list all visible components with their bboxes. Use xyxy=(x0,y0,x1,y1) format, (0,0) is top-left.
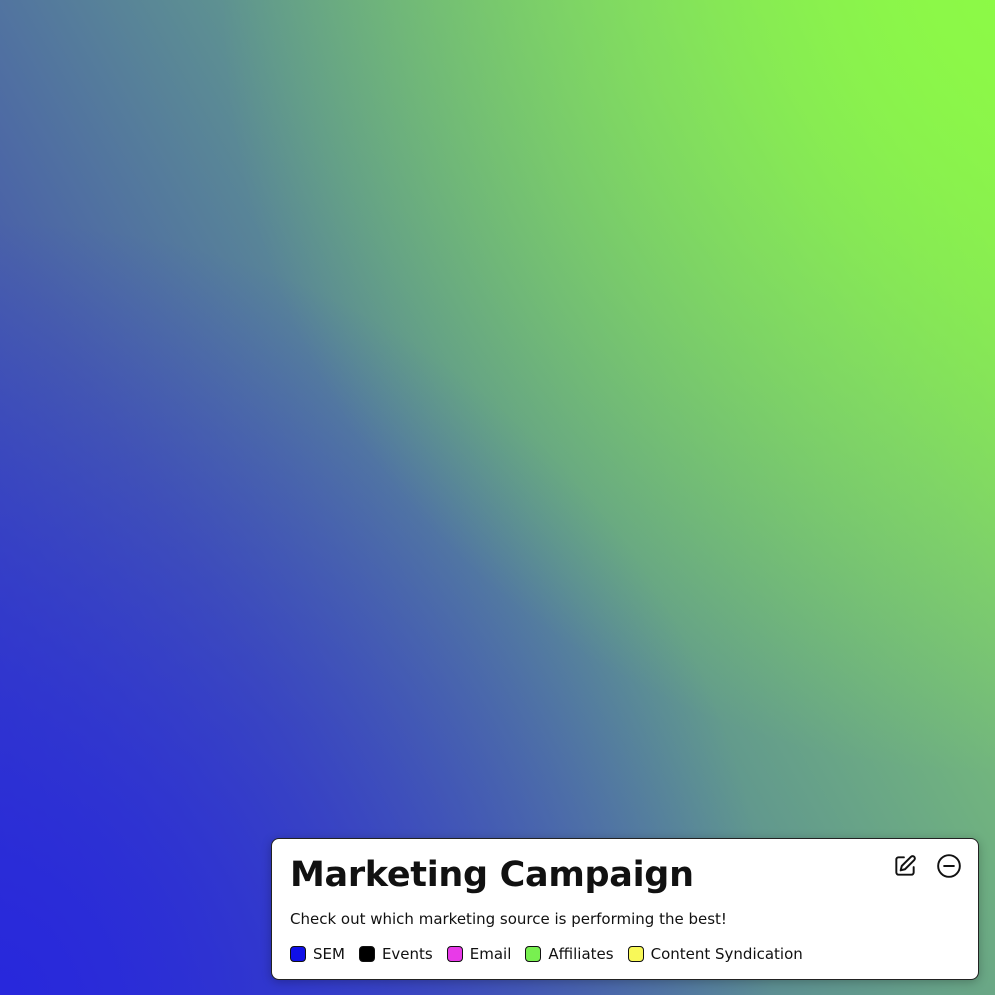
edit-button[interactable] xyxy=(892,853,918,879)
legend-item-label: SEM xyxy=(313,945,345,963)
edit-icon xyxy=(895,855,916,876)
legend-item-label: Content Syndication xyxy=(650,945,803,963)
legend-swatch xyxy=(290,946,306,962)
legend-swatch xyxy=(627,946,644,962)
legend-panel: Marketing Campaign Check out which marke… xyxy=(271,838,979,980)
legend-item-label: Affiliates xyxy=(548,945,614,963)
legend-item-label: Events xyxy=(381,945,433,963)
legend-title: Marketing Campaign xyxy=(290,855,694,895)
legend-description: Check out which marketing source is perf… xyxy=(290,910,727,928)
legend-item-events[interactable]: Events xyxy=(358,944,433,964)
legend-actions xyxy=(892,853,962,879)
minus-circle-icon xyxy=(937,854,961,878)
collapse-button[interactable] xyxy=(936,853,962,879)
legend-swatch xyxy=(446,946,463,962)
legend-item-affiliates[interactable]: Affiliates xyxy=(525,944,614,964)
legend-swatch xyxy=(525,946,542,962)
legend-swatch xyxy=(358,946,375,962)
legend-items: SEM Events Email Affiliates Content Synd… xyxy=(290,944,803,964)
legend-item-email[interactable]: Email xyxy=(446,944,512,964)
legend-item-sem[interactable]: SEM xyxy=(290,944,345,964)
legend-item-label: Email xyxy=(469,945,512,963)
legend-item-content-syndication[interactable]: Content Syndication xyxy=(627,944,803,964)
